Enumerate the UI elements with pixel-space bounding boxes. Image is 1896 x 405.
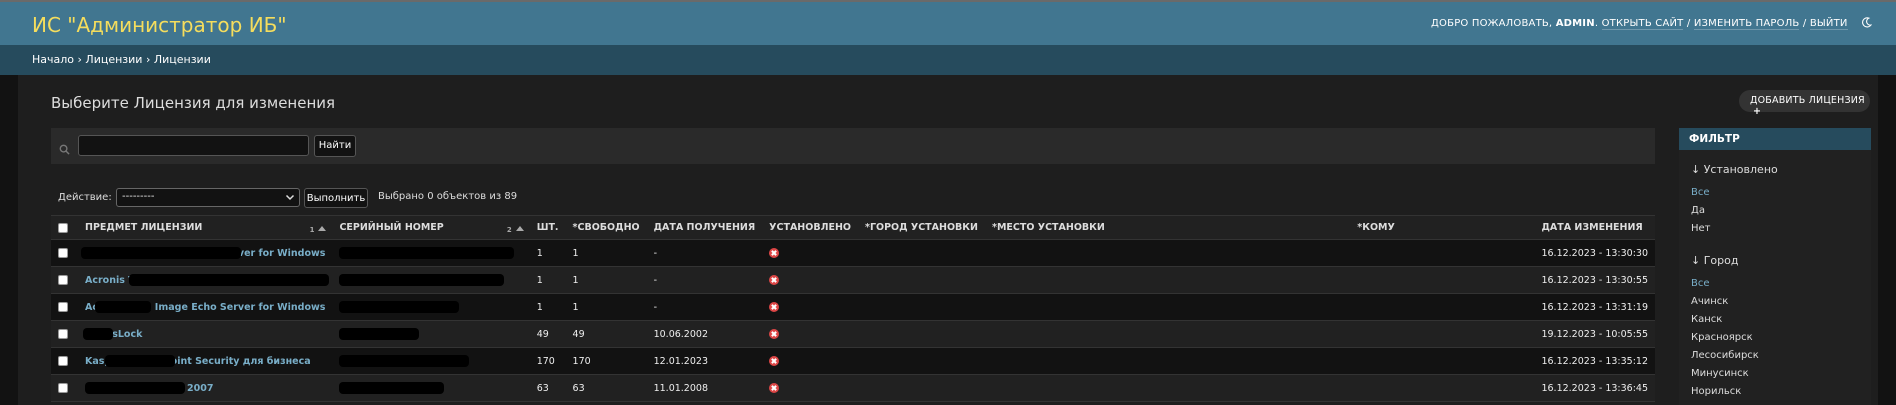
breadcrumb-app[interactable]: Лицензии <box>85 53 142 66</box>
sort-ascending-icon[interactable] <box>318 226 327 231</box>
filter-city-minusinsk[interactable]: Минусинск <box>1691 368 1749 379</box>
action-label: Действие: <box>58 192 112 203</box>
selection-counter: Выбрано 0 объектов из 89 <box>378 191 518 202</box>
table-row: 2007 63 63 11.01.2008 16.12.2023 - 13:36… <box>51 374 1655 402</box>
col-received[interactable]: ДАТА ПОЛУЧЕНИЯ <box>646 215 763 240</box>
table-row: Acronis True Image Echo Server 1 1 - 16.… <box>51 266 1655 294</box>
table-row: DallasLock 49 49 10.06.2002 19.12.2023 -… <box>51 320 1655 348</box>
redaction-mask <box>339 274 505 286</box>
username: ADMIN <box>1555 18 1595 29</box>
page-title: Выберите Лицензия для изменения <box>51 94 336 112</box>
col-serial[interactable]: СЕРИЙНЫЙ НОМЕР 2 <box>332 215 530 240</box>
no-icon <box>769 248 780 258</box>
site-brand[interactable]: ИС "Администратор ИБ" <box>32 13 287 37</box>
select-all-cell <box>51 215 78 240</box>
redaction-mask <box>339 301 460 313</box>
filter-city-lesosibirsk[interactable]: Лесосибирск <box>1691 350 1759 361</box>
table-header-row: ПРЕДМЕТ ЛИЦЕНЗИИ 1 СЕРИЙНЫЙ НОМЕР 2 ШТ. *С… <box>51 215 1655 240</box>
col-place[interactable]: *МЕСТО УСТАНОВКИ <box>985 215 1351 240</box>
row-checkbox[interactable] <box>58 275 68 285</box>
filter-city-norilsk[interactable]: Норильск <box>1691 386 1741 397</box>
sort-ascending-icon[interactable] <box>515 226 524 231</box>
filter-installed-yes[interactable]: Да <box>1691 205 1705 216</box>
col-free[interactable]: *СВОБОДНО <box>565 215 647 240</box>
breadcrumb: Начало › Лицензии › Лицензии <box>0 45 1896 75</box>
table-row: Acronis True Image Echo Server for Windo… <box>51 293 1655 321</box>
plus-icon: + <box>1753 106 1762 117</box>
filter-city-all[interactable]: Все <box>1691 278 1710 289</box>
action-select[interactable]: --------- <box>116 188 300 207</box>
row-checkbox[interactable] <box>58 302 68 312</box>
row-checkbox[interactable] <box>58 356 68 366</box>
filter-city-achinsk[interactable]: Ачинск <box>1691 296 1728 307</box>
filter-city-krasnoyarsk[interactable]: Красноярск <box>1691 332 1753 343</box>
table-row: Acronis True Image Echo Server for Windo… <box>51 239 1655 267</box>
welcome-text: ДОБРО ПОЖАЛОВАТЬ, <box>1431 18 1553 29</box>
col-installed[interactable]: УСТАНОВЛЕНО <box>762 215 858 240</box>
row-checkbox[interactable] <box>58 383 68 393</box>
search-button[interactable]: Найти <box>314 135 356 157</box>
breadcrumb-home[interactable]: Начало <box>32 53 74 66</box>
redaction-mask <box>95 300 151 313</box>
sort-priority-1: 1 <box>309 226 315 234</box>
col-qty[interactable]: ШТ. <box>529 215 566 240</box>
col-whom[interactable]: *КОМУ <box>1350 215 1535 240</box>
redaction-mask <box>339 328 420 340</box>
table-row: Kaspersky Endpoint Security для бизнеса … <box>51 347 1655 375</box>
logout-link[interactable]: ВЫЙТИ <box>1809 18 1848 30</box>
admin-header: ИС "Администратор ИБ" ДОБРО ПОЖАЛОВАТЬ, … <box>0 0 1896 45</box>
filter-installed-all[interactable]: Все <box>1691 187 1710 198</box>
sort-priority-2: 2 <box>506 226 512 234</box>
no-icon <box>769 383 780 393</box>
license-subject-link[interactable]: Acronis True Image Echo Server for Windo… <box>81 246 325 259</box>
redaction-mask <box>83 327 113 340</box>
change-password-link[interactable]: ИЗМЕНИТЬ ПАРОЛЬ <box>1693 18 1800 30</box>
select-all-checkbox[interactable] <box>58 222 68 233</box>
user-tools: ДОБРО ПОЖАЛОВАТЬ, ADMIN. ОТКРЫТЬ САЙТ / … <box>1431 17 1873 31</box>
filter-city-kansk[interactable]: Канск <box>1691 314 1722 325</box>
search-input[interactable] <box>78 135 309 156</box>
no-icon <box>769 275 780 285</box>
run-action-button[interactable]: Выполнить <box>304 188 368 208</box>
row-checkbox[interactable] <box>58 248 68 258</box>
no-icon <box>769 356 780 366</box>
redaction-mask <box>129 273 329 286</box>
no-icon <box>769 329 780 339</box>
redaction-mask <box>105 354 175 367</box>
moon-icon[interactable] <box>1861 17 1873 31</box>
add-license-button[interactable]: ДОБАВИТЬ ЛИЦЕНЗИЯ + <box>1739 90 1870 117</box>
col-modified[interactable]: ДАТА ИЗМЕНЕНИЯ <box>1534 215 1655 240</box>
filter-installed-heading[interactable]: ↓ Установлено <box>1691 163 1778 176</box>
redaction-mask <box>339 247 515 259</box>
no-icon <box>769 302 780 312</box>
col-city[interactable]: *ГОРОД УСТАНОВКИ <box>857 215 986 240</box>
row-checkbox[interactable] <box>58 329 68 339</box>
filter-city-heading[interactable]: ↓ Город <box>1691 254 1738 267</box>
redaction-mask <box>85 382 185 394</box>
redaction-mask <box>339 382 445 394</box>
filter-installed-no[interactable]: Нет <box>1691 223 1711 234</box>
search-toolbar: Найти <box>51 128 1655 164</box>
redaction-mask <box>81 246 241 259</box>
license-subject-link[interactable]: Acronis True Image Echo Server for Windo… <box>85 300 325 313</box>
col-subject[interactable]: ПРЕДМЕТ ЛИЦЕНЗИИ 1 <box>78 215 333 240</box>
filter-panel: ФИЛЬТР ↓ Установлено Все Да Нет ↓ Город … <box>1679 128 1871 405</box>
results-table: ПРЕДМЕТ ЛИЦЕНЗИИ 1 СЕРИЙНЫЙ НОМЕР 2 ШТ. *С… <box>51 215 1655 402</box>
license-subject-link[interactable]: 2007 <box>187 383 213 394</box>
search-icon <box>59 140 70 159</box>
chevron-down-icon <box>285 192 295 205</box>
redaction-mask <box>339 355 470 367</box>
license-subject-link[interactable]: Acronis True Image Echo Server <box>85 273 329 286</box>
filter-title: ФИЛЬТР <box>1679 128 1871 150</box>
license-subject-link[interactable]: DallasLock <box>83 327 142 340</box>
view-site-link[interactable]: ОТКРЫТЬ САЙТ <box>1601 18 1684 30</box>
breadcrumb-current: Лицензии <box>153 53 211 66</box>
license-subject-link[interactable]: Kaspersky Endpoint Security для бизнеса <box>85 354 311 367</box>
